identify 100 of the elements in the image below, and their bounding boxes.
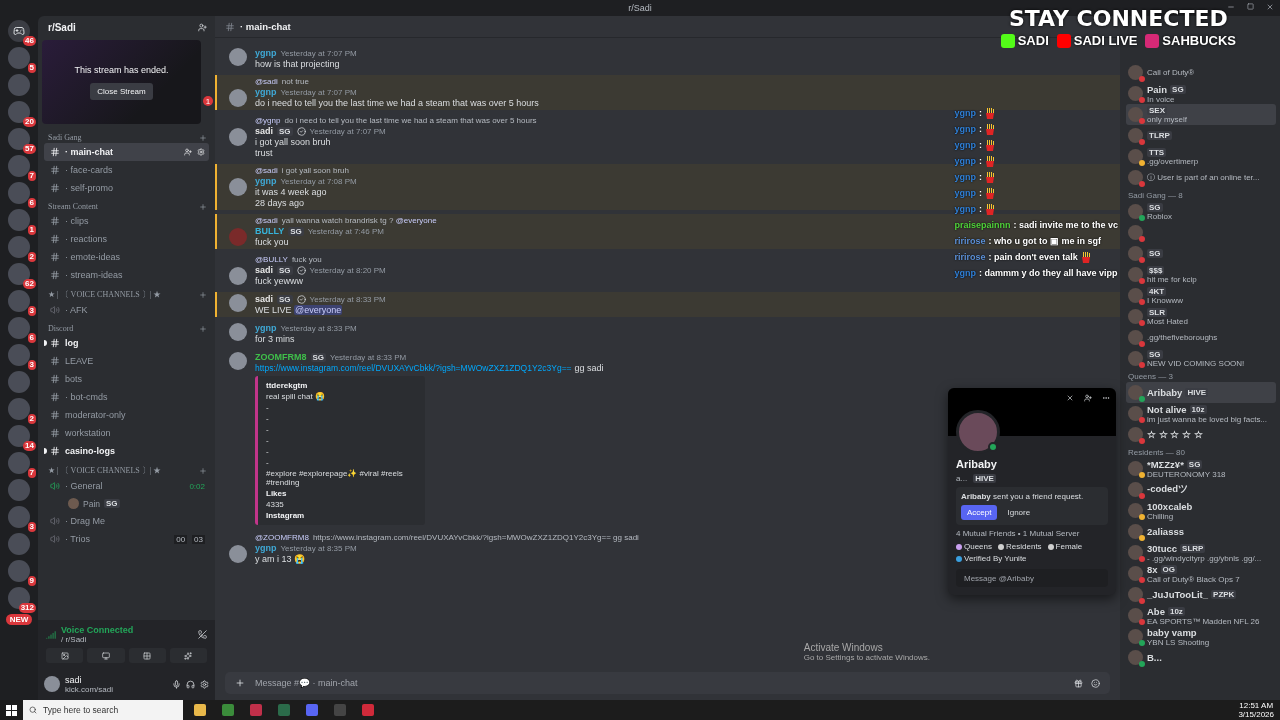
add-channel-icon[interactable]: [199, 133, 207, 142]
invite-icon[interactable]: [184, 148, 192, 156]
category-label[interactable]: ★ | 〔 VOICE CHANNELS 〕| ★: [48, 465, 162, 476]
disconnect-icon[interactable]: [198, 630, 207, 639]
embed-author[interactable]: ttderekgtm: [266, 381, 417, 390]
activities-button[interactable]: [128, 648, 166, 663]
member-name[interactable]: -codedツ: [1147, 483, 1189, 496]
member-avatar[interactable]: [1128, 524, 1143, 539]
soundboard-button[interactable]: [169, 648, 207, 663]
gift-icon[interactable]: [1074, 678, 1083, 688]
reply-mention[interactable]: @sadi: [255, 166, 278, 175]
add-channel-icon[interactable]: [199, 466, 207, 475]
app-icon[interactable]: [362, 704, 374, 716]
member-avatar[interactable]: [1128, 545, 1143, 560]
mutuals-text[interactable]: 4 Mutual Friends • 1 Mutual Server: [956, 529, 1108, 538]
profile-message-input[interactable]: Message @Aribaby: [962, 572, 1102, 584]
invite-icon[interactable]: [198, 22, 207, 32]
member-name[interactable]: Abe: [1147, 605, 1165, 617]
reply-preview[interactable]: https://www.instagram.com/reel/DVUXAYvCbkk/?igsh=MWOwZXZ1ZDQ1Y2c3Yg== gg sadi: [312, 533, 639, 542]
channel-item[interactable]: bots: [44, 370, 209, 388]
reply-preview[interactable]: i got yall soon bruh: [281, 166, 349, 175]
voice-status[interactable]: Voice Connected: [61, 625, 193, 635]
emoji-icon[interactable]: [1091, 678, 1100, 688]
channel-item[interactable]: · clips: [44, 212, 209, 230]
channel-item[interactable]: LEAVE: [44, 352, 209, 370]
member-name[interactable]: _JuJuTooLit_: [1147, 589, 1209, 600]
voice-channel-item[interactable]: · General 0:02: [44, 477, 209, 495]
voice-channel-item[interactable]: · Trios 00 03: [44, 530, 209, 548]
author-name[interactable]: ygnp: [255, 87, 277, 97]
category-label[interactable]: Discord: [48, 324, 74, 333]
author-name[interactable]: ZOOMFRM8: [255, 352, 307, 362]
app-icon[interactable]: [278, 704, 290, 716]
message-link[interactable]: https://www.instagram.com/reel/DVUXAYvCbkk/?igsh=MWOwZXZ1ZDQ1Y2c3Yg==: [255, 363, 572, 373]
member-avatar[interactable]: [1128, 503, 1143, 518]
category-label[interactable]: Sadi Gang: [48, 133, 82, 142]
channel-item[interactable]: · reactions: [44, 230, 209, 248]
author-name[interactable]: BULLY: [255, 226, 285, 236]
minimize-icon[interactable]: [1227, 3, 1235, 11]
reply-mention[interactable]: @ygnp: [255, 116, 281, 125]
taskbar-search-field[interactable]: Type here to search: [23, 700, 183, 720]
member-avatar[interactable]: [1128, 427, 1143, 442]
voice-location[interactable]: / r/Sadi: [61, 635, 193, 644]
member-name[interactable]: *MΣZz¥*: [1147, 458, 1184, 470]
chat-app-icon[interactable]: [306, 704, 318, 716]
channel-item[interactable]: · stream-ideas: [44, 266, 209, 284]
channel-item[interactable]: · emote-ideas: [44, 248, 209, 266]
accept-button[interactable]: Accept: [961, 505, 998, 520]
voice-channel-item[interactable]: · Drag Me: [44, 512, 209, 530]
member-name[interactable]: Pain: [1147, 83, 1168, 95]
member-avatar[interactable]: [1128, 149, 1143, 164]
member-name[interactable]: B...: [1147, 652, 1162, 663]
windows-logo-icon[interactable]: [6, 704, 17, 716]
reply-mention[interactable]: @ZOOMFRM8: [255, 533, 309, 542]
close-icon[interactable]: [1266, 3, 1274, 11]
member-avatar[interactable]: [1128, 566, 1143, 581]
member-name[interactable]: 2aliasss: [1147, 526, 1184, 537]
member-name[interactable]: 30tucc: [1147, 542, 1178, 554]
camera-button[interactable]: [46, 648, 84, 663]
member-avatar[interactable]: [1128, 482, 1143, 497]
message-input-bar[interactable]: Message #💬 · main-chat: [225, 672, 1110, 694]
member-name[interactable]: 8x: [1147, 563, 1158, 575]
member-name[interactable]: Aribaby: [1147, 387, 1183, 398]
channel-item[interactable]: · self-promo: [44, 179, 209, 197]
clock-time[interactable]: 12:51 AM: [1239, 701, 1274, 710]
reply-preview[interactable]: yall wanna watch brandrisk tg ? @everyone: [281, 216, 437, 225]
channel-item[interactable]: · main-chat: [44, 143, 209, 161]
author-name[interactable]: sadi: [255, 265, 273, 275]
member-name[interactable]: baby vamp: [1147, 626, 1197, 638]
channel-item[interactable]: · bot-cmds: [44, 388, 209, 406]
add-channel-icon[interactable]: [199, 290, 207, 299]
member-avatar[interactable]: [1128, 650, 1143, 665]
browser-icon[interactable]: [222, 704, 234, 716]
profile-message-field[interactable]: Message @Aribaby: [956, 569, 1108, 587]
channel-item[interactable]: casino-logs: [44, 442, 209, 460]
app-icon[interactable]: [250, 704, 262, 716]
category-label[interactable]: Stream Content: [48, 202, 98, 211]
member-name[interactable]: ☆ ☆ ☆ ☆ ☆: [1147, 429, 1203, 440]
reply-preview[interactable]: fuck you: [291, 255, 322, 264]
add-channel-icon[interactable]: [199, 324, 207, 333]
headphones-icon[interactable]: [186, 679, 195, 689]
member-avatar[interactable]: [1128, 204, 1143, 219]
author-name[interactable]: sadi: [255, 294, 273, 304]
maximize-icon[interactable]: [1247, 3, 1254, 10]
voice-channel-item[interactable]: · AFK: [44, 301, 209, 319]
role-label[interactable]: Residents: [1006, 542, 1042, 551]
user-name[interactable]: sadi: [65, 674, 167, 685]
reply-mention[interactable]: @BULLY: [255, 255, 288, 264]
highlighted-member-row[interactable]: Aribaby HIVE: [1126, 382, 1276, 403]
member-name[interactable]: Not alive: [1147, 403, 1187, 415]
screen-share-button[interactable]: [87, 648, 125, 663]
role-label[interactable]: Queens: [964, 542, 993, 551]
voice-member-name[interactable]: Pain: [83, 498, 100, 509]
close-stream-button[interactable]: Close Stream: [90, 82, 153, 100]
member-avatar[interactable]: [1128, 461, 1143, 476]
add-icon[interactable]: [235, 678, 245, 688]
highlighted-member-row[interactable]: SEX only myself: [1126, 104, 1276, 125]
reply-preview[interactable]: do i need to tell you the last time we had a steam that was over 5 hours: [284, 116, 537, 125]
clock-date[interactable]: 3/15/2026: [1238, 710, 1274, 719]
reply-mention[interactable]: @sadi: [255, 77, 278, 86]
settings-icon[interactable]: [200, 679, 209, 689]
